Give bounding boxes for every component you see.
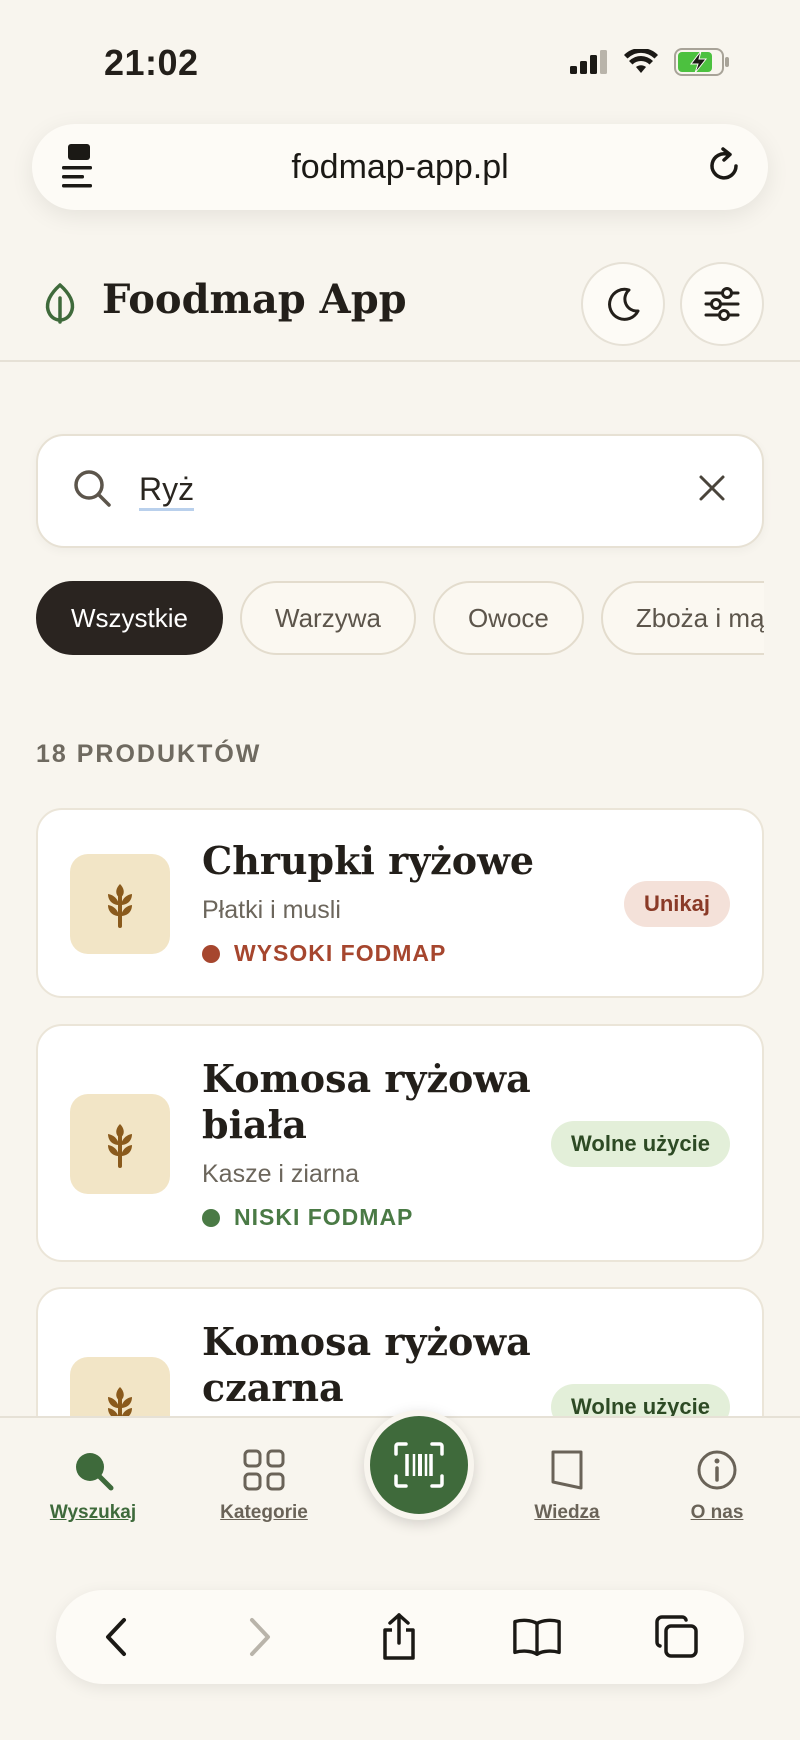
level-dot <box>202 944 220 963</box>
app-header: Foodmap App <box>0 246 800 362</box>
nav-search[interactable]: Wyszukaj <box>28 1448 158 1524</box>
status-time: 21:02 <box>104 42 199 83</box>
product-thumbnail <box>70 854 170 954</box>
reload-icon[interactable] <box>702 144 746 193</box>
product-card[interactable]: Komosa ryżowa biała Kasze i ziarna NISKI… <box>36 1024 764 1262</box>
wifi-icon <box>624 49 658 73</box>
sliders-icon <box>704 287 740 321</box>
barcode-scan-icon <box>394 1442 444 1488</box>
search-icon <box>72 468 112 513</box>
nav-about[interactable]: O nas <box>652 1448 782 1524</box>
tabs-button[interactable] <box>652 1612 702 1662</box>
search-input[interactable]: Ryż <box>139 470 195 511</box>
info-icon <box>697 1450 737 1490</box>
fodmap-level-text: NISKI FODMAP <box>234 1204 414 1230</box>
nav-label: O nas <box>690 1502 744 1523</box>
results-count: 18 PRODUKTÓW <box>36 740 262 768</box>
tabs-icon <box>655 1615 698 1658</box>
nav-label: Wyszukaj <box>49 1502 137 1523</box>
filter-settings-button[interactable] <box>680 262 764 346</box>
clear-icon[interactable] <box>696 472 728 509</box>
wheat-icon <box>108 884 132 928</box>
bottom-nav: Wyszukaj Kategorie Wiedza O nas <box>0 1410 800 1740</box>
status-icons <box>570 48 730 76</box>
nav-label: Kategorie <box>220 1502 308 1523</box>
status-badge: Wolne użycie <box>551 1121 730 1167</box>
chip-grains[interactable]: Zboża i mąka <box>600 581 764 655</box>
category-chips: Wszystkie Warzywa Owoce Zboża i mąka <box>36 581 764 657</box>
status-bar: 21:02 <box>0 0 800 120</box>
product-name: Komosa ryżowa czarna <box>202 1319 531 1410</box>
page-menu-icon[interactable] <box>62 142 98 197</box>
bookmarks-icon <box>513 1618 561 1656</box>
fodmap-level: NISKI FODMAP <box>202 1204 413 1231</box>
product-category: Płatki i musli <box>202 896 341 924</box>
status-badge: Unikaj <box>623 881 730 927</box>
product-name: Komosa ryżowa biała <box>202 1056 531 1147</box>
chip-vegetables[interactable]: Warzywa <box>240 581 416 655</box>
chip-fruits[interactable]: Owoce <box>432 581 584 655</box>
product-card[interactable]: Chrupki ryżowe Płatki i musli WYSOKI FOD… <box>36 808 764 998</box>
signal-icon <box>570 50 607 74</box>
product-name: Chrupki ryżowe <box>202 838 534 883</box>
product-thumbnail <box>70 1094 170 1194</box>
app-title: Foodmap App <box>102 276 407 323</box>
share-icon <box>383 1613 415 1660</box>
level-dot <box>202 1208 220 1227</box>
chip-all[interactable]: Wszystkie <box>36 581 223 655</box>
forward-icon <box>250 1618 270 1656</box>
nav-categories[interactable]: Kategorie <box>199 1448 329 1524</box>
search-box[interactable]: Ryż <box>36 434 764 548</box>
wheat-icon <box>108 1124 132 1168</box>
share-button[interactable] <box>374 1612 424 1662</box>
forward-button[interactable] <box>234 1612 284 1662</box>
url-text: fodmap-app.pl <box>291 147 509 186</box>
theme-toggle-button[interactable] <box>581 262 665 346</box>
moon-icon <box>608 287 640 321</box>
browser-url-bar[interactable]: fodmap-app.pl <box>32 124 768 210</box>
fodmap-level: WYSOKI FODMAP <box>202 940 446 967</box>
leaf-icon <box>40 282 80 329</box>
book-icon <box>551 1450 583 1490</box>
browser-toolbar <box>56 1590 744 1684</box>
battery-charging-icon <box>674 48 729 76</box>
nav-label: Wiedza <box>534 1502 600 1523</box>
back-button[interactable] <box>92 1612 142 1662</box>
fodmap-level-text: WYSOKI FODMAP <box>234 940 447 966</box>
product-category: Kasze i ziarna <box>202 1160 360 1188</box>
nav-knowledge[interactable]: Wiedza <box>502 1448 632 1524</box>
back-icon <box>106 1618 126 1656</box>
barcode-scan-button[interactable] <box>364 1410 474 1520</box>
bookmarks-button[interactable] <box>512 1612 562 1662</box>
grid-icon <box>243 1449 285 1491</box>
search-icon <box>76 1453 114 1491</box>
